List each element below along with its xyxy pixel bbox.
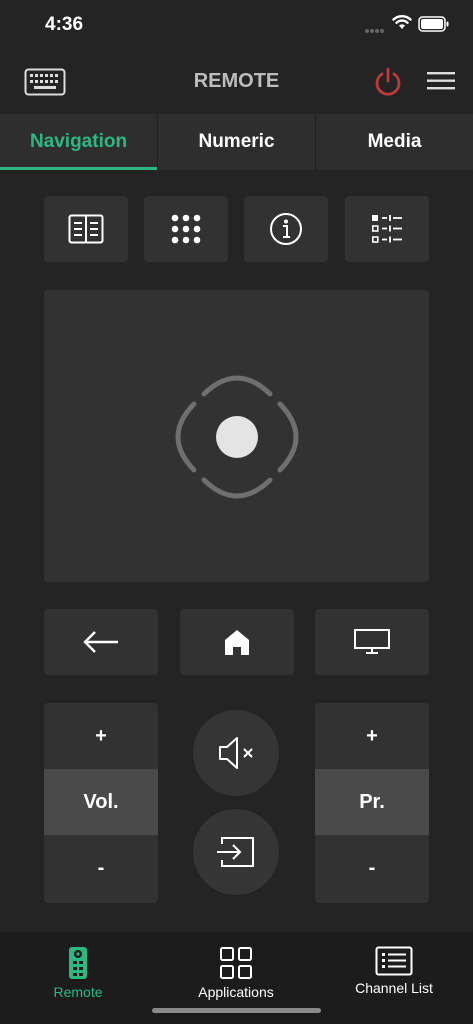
volume-label: Vol. — [44, 769, 158, 835]
program-rocker: + Pr. - — [315, 703, 429, 903]
status-bar: 4:36 — [0, 0, 473, 50]
numpad-button[interactable] — [144, 196, 228, 262]
signal-icon — [365, 29, 384, 33]
input-source-icon — [217, 837, 254, 867]
home-indicator[interactable] — [152, 1008, 321, 1013]
bottom-nav-remote[interactable]: Remote — [38, 946, 118, 1000]
volume-down-button[interactable]: - — [44, 835, 158, 901]
info-button[interactable] — [244, 196, 328, 262]
bottom-nav-applications[interactable]: Applications — [186, 946, 286, 1000]
ok-button-dot[interactable] — [216, 416, 258, 458]
volume-rocker: + Vol. - — [44, 703, 158, 903]
source-button[interactable] — [193, 809, 279, 895]
tv-input-button[interactable] — [315, 609, 429, 675]
mute-button[interactable] — [193, 710, 279, 796]
battery-icon — [418, 16, 449, 32]
bottom-nav-remote-label: Remote — [53, 984, 103, 1000]
guide-button[interactable] — [44, 196, 128, 262]
bottom-nav-channel-list-label: Channel List — [355, 980, 433, 996]
back-button[interactable] — [44, 609, 158, 675]
info-icon — [270, 213, 302, 245]
app-header: REMOTE — [0, 50, 473, 112]
tab-bar: Navigation Numeric Media — [0, 114, 473, 170]
menu-icon[interactable] — [427, 72, 455, 90]
guide-icon — [68, 214, 104, 244]
status-time: 4:36 — [45, 14, 84, 35]
volume-up-button[interactable]: + — [44, 703, 158, 769]
home-button[interactable] — [180, 609, 294, 675]
program-down-button[interactable]: - — [315, 835, 429, 901]
tab-media[interactable]: Media — [316, 114, 473, 170]
wifi-icon — [392, 15, 412, 29]
mute-icon — [219, 737, 253, 769]
bottom-nav-applications-label: Applications — [198, 984, 274, 1000]
navigation-touchpad[interactable] — [44, 290, 429, 582]
channel-list-icon — [375, 946, 413, 976]
bottom-nav-channel-list[interactable]: Channel List — [344, 946, 444, 996]
back-arrow-icon — [83, 631, 118, 653]
apps-grid-icon — [220, 947, 252, 979]
options-list-button[interactable] — [345, 196, 429, 262]
tv-icon — [354, 629, 390, 654]
tab-numeric[interactable]: Numeric — [158, 114, 316, 170]
numpad-icon — [171, 214, 201, 244]
dpad-ring-icon — [175, 375, 299, 499]
home-icon — [225, 630, 249, 655]
options-list-icon — [371, 215, 402, 243]
remote-icon — [69, 947, 87, 979]
power-icon[interactable] — [372, 66, 404, 98]
program-label: Pr. — [315, 769, 429, 835]
program-up-button[interactable]: + — [315, 703, 429, 769]
tab-navigation[interactable]: Navigation — [0, 114, 158, 170]
